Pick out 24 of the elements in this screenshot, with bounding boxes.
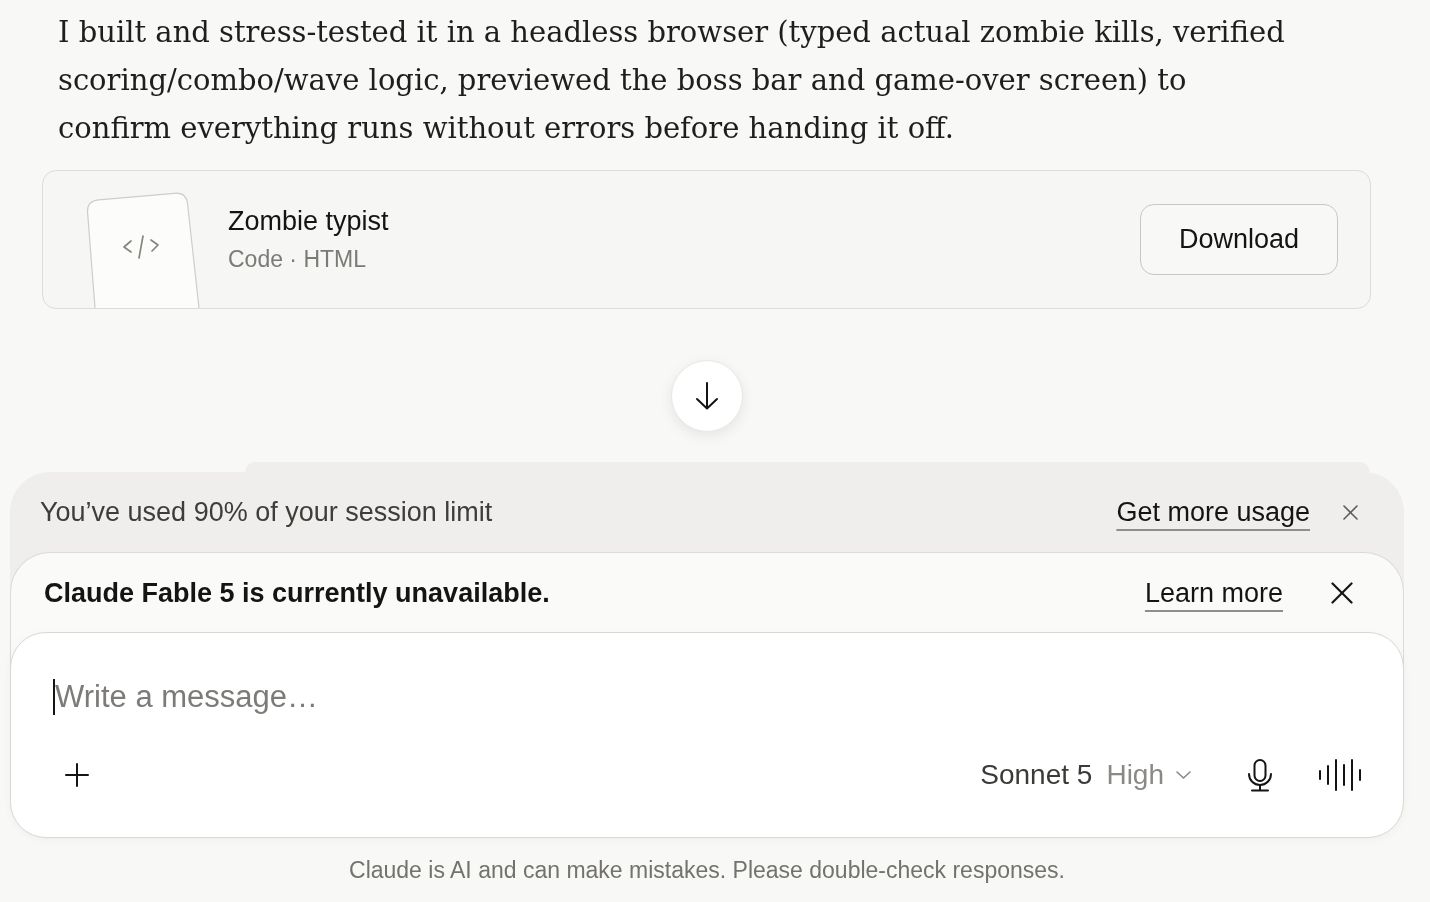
microphone-button[interactable] xyxy=(1247,758,1273,792)
message-input[interactable]: Write a message… xyxy=(55,678,1361,716)
close-button[interactable] xyxy=(1331,582,1353,604)
waveform-icon xyxy=(1319,759,1361,791)
voice-mode-button[interactable] xyxy=(1319,759,1361,791)
get-more-usage-link[interactable]: Get more usage xyxy=(1116,496,1310,528)
model-notice-text: Claude Fable 5 is currently unavailable. xyxy=(44,577,551,609)
learn-more-link[interactable]: Learn more xyxy=(1144,577,1283,609)
arrow-down-icon xyxy=(695,382,719,410)
microphone-icon xyxy=(1247,758,1273,792)
plus-icon xyxy=(65,763,89,787)
message-text: I built and stress-tested it in a headless browser (typed actual zombie kills, verified scoring/combo/wave logic, previewed the boss bar and game-over screen) to confirm everything runs without errors before handing it off. xyxy=(58,14,1286,147)
code-icon xyxy=(123,235,159,259)
download-button[interactable]: Download xyxy=(1140,204,1338,275)
artifact-title: Zombie typist xyxy=(228,206,390,237)
artifact-subtitle: Code · HTML xyxy=(228,246,368,273)
chevron-down-icon xyxy=(1176,771,1191,779)
disclaimer-text: Claude is AI and can make mistakes. Please double-check responses. xyxy=(348,857,1066,884)
close-icon xyxy=(1331,582,1353,604)
text-cursor xyxy=(53,679,55,715)
close-icon xyxy=(1343,504,1358,520)
add-button[interactable] xyxy=(65,763,89,787)
model-selector[interactable]: Sonnet 5 High xyxy=(972,755,1199,795)
usage-notice-text: You’ve used 90% of your session limit xyxy=(40,496,494,528)
